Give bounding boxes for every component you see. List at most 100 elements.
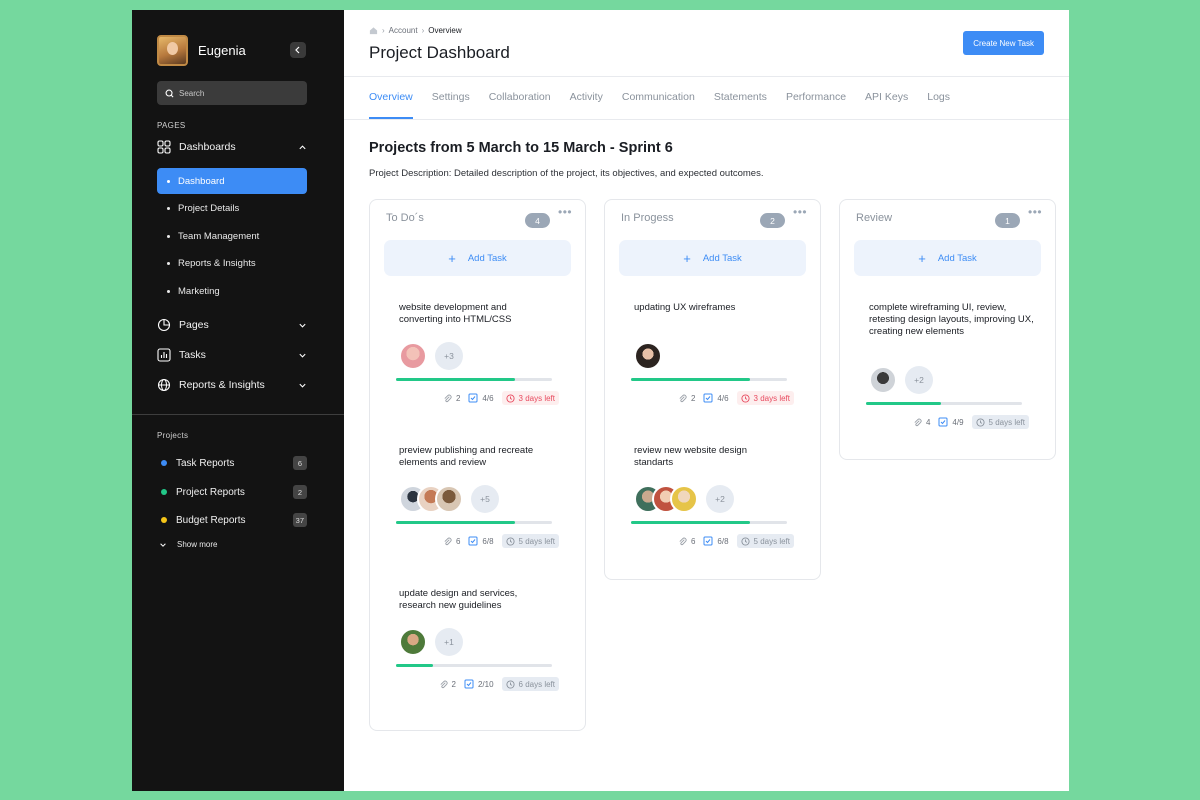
checkbox-icon xyxy=(468,393,478,403)
tab-settings[interactable]: Settings xyxy=(432,91,470,119)
nav-tasks[interactable]: Tasks xyxy=(157,345,307,365)
chevron-down-icon xyxy=(299,383,306,388)
project-label: Project Reports xyxy=(176,486,245,498)
nav-pages-label: Pages xyxy=(179,319,209,331)
more-assignees-badge[interactable]: +1 xyxy=(435,628,463,656)
breadcrumb-account[interactable]: Account xyxy=(389,26,418,35)
tab-statements[interactable]: Statements xyxy=(714,91,767,119)
task-title: review new website design standarts xyxy=(634,445,748,468)
task-title: website development and converting into … xyxy=(399,302,512,325)
avatar[interactable] xyxy=(634,342,662,370)
home-icon[interactable] xyxy=(369,26,378,35)
nav-dashboards-label: Dashboards xyxy=(179,141,236,153)
bar-chart-icon xyxy=(157,348,171,362)
sidebar-project-task-reports[interactable]: Task Reports 6 xyxy=(157,454,307,472)
due-badge: 6 days left xyxy=(501,677,559,691)
board-column-review: Review 1 ••• + Add Task complete wirefram… xyxy=(839,199,1056,460)
sidebar-item-marketing[interactable]: Marketing xyxy=(157,278,307,304)
more-options-icon[interactable]: ••• xyxy=(558,205,572,219)
checkbox-icon xyxy=(703,536,713,546)
sidebar-divider xyxy=(132,414,344,415)
task-card[interactable]: complete wireframing UI, review, retesti… xyxy=(840,302,1055,429)
due-label: 3 days left xyxy=(753,393,790,403)
column-title: In Progess xyxy=(621,212,674,224)
tab-overview[interactable]: Overview xyxy=(369,91,413,119)
task-title: updating UX wireframes xyxy=(634,302,736,313)
add-task-label: Add Task xyxy=(937,252,977,264)
add-task-button[interactable]: + Add Task xyxy=(854,240,1041,276)
progress-fill xyxy=(396,664,434,667)
tab-activity[interactable]: Activity xyxy=(570,91,603,119)
sidebar-item-dashboard[interactable]: Dashboard xyxy=(157,168,307,194)
avatar[interactable] xyxy=(399,342,427,370)
tab-collaboration[interactable]: Collaboration xyxy=(489,91,551,119)
due-label: 5 days left xyxy=(753,536,790,546)
task-card[interactable]: website development and converting into … xyxy=(370,302,585,405)
sidebar-item-project-details[interactable]: Project Details xyxy=(157,195,307,221)
globe-icon xyxy=(157,378,171,392)
tab-logs[interactable]: Logs xyxy=(927,91,950,119)
due-badge: 5 days left xyxy=(971,415,1029,429)
nav-pages[interactable]: Pages xyxy=(157,315,307,335)
search-box[interactable] xyxy=(157,81,307,105)
attachments-count: 6 xyxy=(443,537,460,546)
tab-bar: Overview Settings Collaboration Activity… xyxy=(369,91,969,119)
user-profile[interactable]: Eugenia xyxy=(157,35,307,66)
pie-chart-icon xyxy=(157,318,171,332)
avatar[interactable] xyxy=(869,366,897,394)
checklist-value: 2/10 xyxy=(477,679,494,689)
attachments-value: 2 xyxy=(451,679,456,689)
task-card[interactable]: update design and services, research new… xyxy=(370,588,585,691)
more-assignees-badge[interactable]: +5 xyxy=(471,485,499,513)
clock-icon xyxy=(740,393,750,403)
sidebar-item-reports-insights[interactable]: Reports & Insights xyxy=(157,250,307,276)
tab-performance[interactable]: Performance xyxy=(786,91,846,119)
main-content: › Account › Overview Project Dashboard C… xyxy=(344,10,1069,791)
chevron-down-icon xyxy=(160,542,166,547)
more-assignees-badge[interactable]: +2 xyxy=(905,366,933,394)
tab-api-keys[interactable]: API Keys xyxy=(865,91,908,119)
sprint-title: Projects from 5 March to 15 March - Spri… xyxy=(369,140,673,156)
tab-communication[interactable]: Communication xyxy=(622,91,695,119)
column-count-badge: 1 xyxy=(995,213,1020,228)
avatar[interactable] xyxy=(670,485,698,513)
attachments-count: 2 xyxy=(443,394,460,403)
avatar[interactable] xyxy=(435,485,463,513)
due-label: 5 days left xyxy=(988,417,1025,427)
search-input[interactable] xyxy=(179,88,299,98)
sidebar-project-budget-reports[interactable]: Budget Reports 37 xyxy=(157,511,307,529)
nav-dashboards[interactable]: Dashboards xyxy=(157,137,307,157)
sidebar: Eugenia PAGES Dashboards Dashboard Proje… xyxy=(132,10,344,791)
task-card[interactable]: preview publishing and recreate elements… xyxy=(370,445,585,548)
checkbox-icon xyxy=(468,536,478,546)
add-task-button[interactable]: + Add Task xyxy=(384,240,571,276)
paperclip-icon xyxy=(679,537,687,545)
task-meta: 4 4/9 5 days left xyxy=(869,415,1029,429)
more-assignees-badge[interactable]: +2 xyxy=(706,485,734,513)
more-options-icon[interactable]: ••• xyxy=(1028,205,1042,219)
user-name: Eugenia xyxy=(198,43,246,58)
attachments-value: 4 xyxy=(925,417,931,427)
add-task-label: Add Task xyxy=(702,252,742,264)
attachments-count: 6 xyxy=(678,537,695,546)
task-card[interactable]: review new website design standarts +2 6… xyxy=(605,445,820,548)
progress-bar xyxy=(631,521,787,524)
nav-reports-insights[interactable]: Reports & Insights xyxy=(157,375,307,395)
add-task-button[interactable]: + Add Task xyxy=(619,240,806,276)
nav-tasks-label: Tasks xyxy=(179,349,206,361)
attachments-value: 2 xyxy=(690,393,696,403)
due-label: 5 days left xyxy=(518,536,555,546)
more-options-icon[interactable]: ••• xyxy=(793,205,807,219)
divider xyxy=(344,119,1069,120)
assignees: +2 xyxy=(634,485,820,513)
collapse-sidebar-button[interactable] xyxy=(290,42,306,58)
sidebar-project-project-reports[interactable]: Project Reports 2 xyxy=(157,483,307,501)
sidebar-item-team-management[interactable]: Team Management xyxy=(157,223,307,249)
checklist-value: 6/8 xyxy=(717,536,729,546)
avatar[interactable] xyxy=(399,628,427,656)
more-assignees-badge[interactable]: +3 xyxy=(435,342,463,370)
create-new-task-button[interactable]: Create New Task xyxy=(963,31,1044,55)
show-more-button[interactable]: Show more xyxy=(159,540,217,549)
task-meta: 2 4/6 3 days left xyxy=(399,391,559,405)
task-card[interactable]: updating UX wireframes 2 4/6 3 days left xyxy=(605,302,820,405)
